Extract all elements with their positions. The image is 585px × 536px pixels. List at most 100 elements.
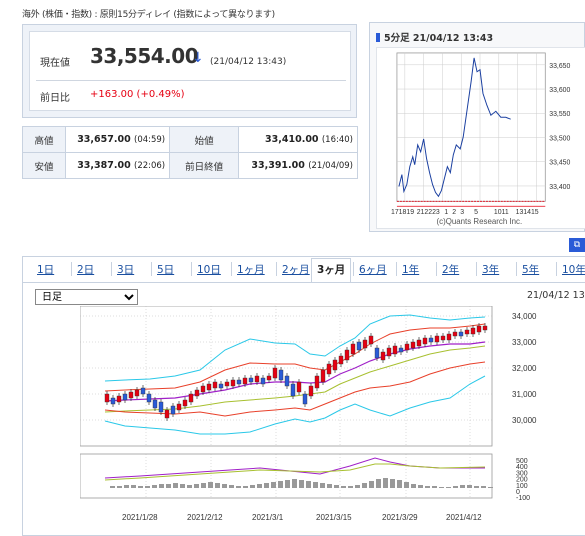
candle-body	[482, 325, 488, 331]
macd-histogram-bar	[166, 484, 171, 488]
main-y-tick: 32,000	[512, 364, 537, 373]
price-timestamp: (21/04/12 13:43)	[210, 57, 287, 67]
macd-histogram-bar	[327, 484, 332, 488]
candle-body	[296, 381, 302, 393]
prev-close-value: 33,391.00	[251, 160, 305, 171]
macd-histogram-bar	[432, 486, 437, 488]
candle-body	[362, 339, 368, 349]
macd-histogram-bar	[236, 486, 241, 488]
mini-y-tick: 33,600	[549, 87, 570, 94]
change-label: 前日比	[40, 93, 70, 104]
macd-histogram-bar	[446, 487, 451, 488]
chart-type-select[interactable]: 日足	[35, 289, 138, 305]
tab-12[interactable]: 5年	[522, 262, 539, 277]
tab-11[interactable]: 3年	[482, 262, 499, 277]
candle-body	[380, 351, 386, 361]
candle-body	[302, 393, 308, 405]
current-price: 33,554.00	[90, 44, 199, 68]
candle-body	[254, 375, 260, 383]
tab-9[interactable]: 1年	[402, 262, 419, 277]
candle-body	[218, 383, 224, 389]
mini-y-tick: 33,450	[549, 160, 570, 167]
tab-6[interactable]: 2ヶ月	[282, 262, 310, 277]
candle-body	[326, 363, 332, 375]
candle-body	[194, 389, 200, 397]
candle-body	[284, 375, 290, 387]
candle-body	[242, 377, 248, 385]
candle-body	[170, 405, 176, 415]
open-value: 33,410.00	[265, 134, 319, 145]
low-label: 安値	[22, 152, 66, 179]
candle-body	[164, 409, 170, 419]
candle-body	[368, 335, 374, 345]
tab-separator	[436, 262, 437, 276]
macd-histogram-bar	[299, 480, 304, 488]
macd-histogram-bar	[159, 484, 164, 488]
tab-5[interactable]: 1ヶ月	[237, 262, 265, 277]
tab-7[interactable]: 3ヶ月	[311, 258, 352, 282]
tab-10[interactable]: 2年	[442, 262, 459, 277]
macd-histogram-bar	[362, 483, 367, 488]
macd-histogram-bar	[369, 481, 374, 488]
open-time: (16:40)	[321, 135, 353, 145]
stats-table: 高値 33,657.00 (04:59) 始値 33,410.00 (16:40…	[22, 126, 358, 179]
macd-histogram-bar	[152, 485, 157, 488]
candle-body	[416, 339, 422, 347]
macd-histogram-bar	[264, 483, 269, 488]
main-x-tick: 2021/3/29	[382, 513, 418, 522]
high-cell: 33,657.00 (04:59)	[64, 126, 171, 153]
high-label: 高値	[22, 126, 66, 153]
price-box: 現在値 33,554.00 ↓ (21/04/12 13:43) 前日比 +16…	[22, 24, 357, 118]
candle-body	[104, 393, 110, 403]
price-inner: 現在値 33,554.00 ↓ (21/04/12 13:43) 前日比 +16…	[29, 31, 351, 111]
candle-body	[308, 385, 314, 397]
divider	[36, 80, 346, 81]
mini-x-tick: 212223	[417, 209, 440, 216]
macd-histogram-bar	[453, 486, 458, 488]
table-row: 高値 33,657.00 (04:59) 始値 33,410.00 (16:40…	[22, 126, 358, 153]
macd-histogram-bar	[278, 481, 283, 488]
open-cell: 33,410.00 (16:40)	[238, 126, 358, 153]
tab-2[interactable]: 3日	[117, 262, 134, 277]
daily-candlestick-chart: 34,00033,00032,00031,00030,000 500400300…	[80, 306, 537, 522]
main-y-tick: 31,000	[512, 390, 537, 399]
tab-separator	[353, 262, 354, 276]
table-row: 安値 33,387.00 (22:06) 前日終値 33,391.00 (21/…	[22, 152, 358, 179]
candle-body	[338, 355, 344, 365]
candle-body	[404, 343, 410, 351]
low-cell: 33,387.00 (22:06)	[64, 152, 171, 179]
macd-histogram-bar	[145, 486, 150, 488]
candle-body	[272, 367, 278, 379]
tab-0[interactable]: 1日	[37, 262, 54, 277]
candle-body	[230, 379, 236, 387]
macd-histogram-bar	[257, 484, 262, 488]
macd-histogram-bar	[439, 487, 444, 488]
main-y-tick: 33,000	[512, 338, 537, 347]
candle-body	[260, 377, 266, 385]
tab-3[interactable]: 5日	[157, 262, 174, 277]
macd-histogram-bar	[215, 483, 220, 488]
tab-8[interactable]: 6ヶ月	[359, 262, 387, 277]
tab-separator	[311, 262, 312, 276]
candle-body	[458, 331, 464, 337]
tab-separator	[556, 262, 557, 276]
candle-body	[278, 369, 284, 381]
tab-separator	[191, 262, 192, 276]
mini-y-tick: 33,400	[549, 184, 570, 191]
tab-13[interactable]: 10年	[562, 262, 585, 277]
expand-chart-icon[interactable]: ⧉	[569, 238, 585, 252]
candle-body	[248, 377, 254, 383]
mini-x-tick: 5	[474, 209, 478, 216]
candle-body	[440, 335, 446, 341]
tab-separator	[396, 262, 397, 276]
candle-body	[476, 325, 482, 333]
change-value: +163.00 (+0.49%)	[90, 89, 185, 100]
candle-body	[428, 337, 434, 343]
candle-body	[134, 389, 140, 397]
tab-separator	[151, 262, 152, 276]
tab-4[interactable]: 10日	[197, 262, 221, 277]
tab-1[interactable]: 2日	[77, 262, 94, 277]
low-value: 33,387.00	[77, 160, 131, 171]
candle-body	[314, 375, 320, 389]
high-time: (04:59)	[134, 135, 166, 145]
